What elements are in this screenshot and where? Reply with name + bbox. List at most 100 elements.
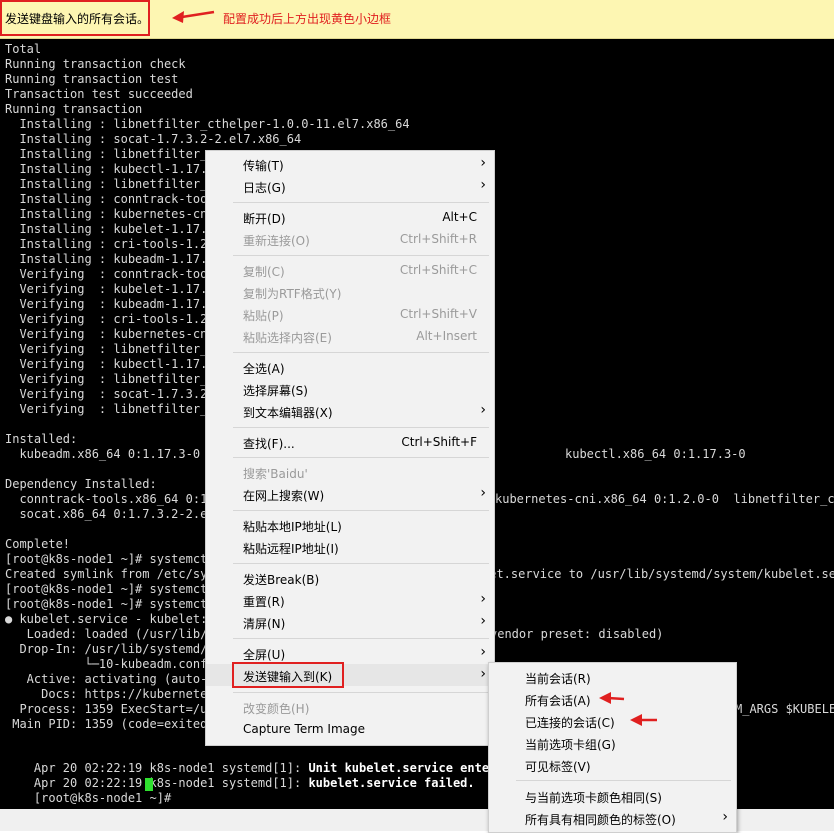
menu-item-label: 当前会话(R)	[525, 672, 591, 686]
terminal-line-fragment: kubernetes-cni.x86_64 0:1.2.0-0 libnetfi…	[495, 492, 834, 506]
red-arrow-icon	[599, 692, 625, 704]
menu-item-label: 粘贴远程IP地址(I)	[243, 542, 339, 556]
chevron-right-icon: ›	[480, 485, 486, 501]
menu-item-label: 重置(R)	[243, 595, 285, 609]
menu-item-shortcut: Ctrl+Shift+R	[399, 232, 477, 246]
menu-item-label: 已连接的会话(C)	[525, 716, 615, 730]
menu-item-label: 清屏(N)	[243, 617, 286, 631]
terminal-line: Verifying : kubernetes-cni	[5, 327, 215, 341]
menu-separator	[233, 692, 489, 693]
menu-item-fullscreen[interactable]: 全屏(U) ›	[206, 642, 494, 664]
context-menu: 传输(T) › 日志(G) › 断开(D) Alt+C 重新连接(O) Ctrl+Shift+…	[205, 150, 495, 746]
menu-item-find[interactable]: 查找(F)... Ctrl+Shift+F	[206, 431, 494, 453]
menu-separator	[233, 255, 489, 256]
menu-separator	[516, 780, 731, 781]
menu-separator	[233, 563, 489, 564]
menu-item-label: 选择屏幕(S)	[243, 384, 308, 398]
terminal-line: Verifying : kubelet-1.17.3	[5, 282, 215, 296]
terminal-line: Running transaction	[5, 102, 143, 116]
menu-item-label: 传输(T)	[243, 159, 284, 173]
terminal-line: Installing : socat-1.7.3.2-2.el7.x86_64	[5, 132, 302, 146]
chevron-right-icon: ›	[480, 644, 486, 660]
terminal-line: Verifying : libnetfilter_c	[5, 372, 215, 386]
menu-separator	[233, 352, 489, 353]
submenu-item-current-tab-group[interactable]: 当前选项卡组(G)	[489, 732, 736, 754]
terminal-line: Verifying : cri-tools-1.20	[5, 312, 215, 326]
menu-item-reset[interactable]: 重置(R) ›	[206, 589, 494, 611]
menu-item-label: 改变颜色(H)	[243, 702, 310, 716]
terminal-line: Installing : libnetfilter_cthelper-1.0.0…	[5, 117, 410, 131]
red-arrow-icon	[172, 10, 215, 23]
submenu-item-connected-sessions[interactable]: 已连接的会话(C)	[489, 710, 736, 732]
menu-separator	[233, 427, 489, 428]
terminal-line: Running transaction check	[5, 57, 186, 71]
menu-item-label: 在网上搜索(W)	[243, 489, 325, 503]
menu-item-label: 所有会话(A)	[525, 694, 591, 708]
menu-separator	[233, 202, 489, 203]
terminal-line: Installing : cri-tools-1.20	[5, 237, 215, 251]
menu-item-paste[interactable]: 粘贴(P) Ctrl+Shift+V	[206, 303, 494, 325]
terminal-line: conntrack-tools.x86_64 0:1	[5, 492, 208, 506]
menu-item-reconnect[interactable]: 重新连接(O) Ctrl+Shift+R	[206, 228, 494, 250]
terminal-line: Complete!	[5, 537, 71, 551]
menu-item-label: 粘贴(P)	[243, 309, 284, 323]
annotation-note: 配置成功后上方出现黄色小边框	[223, 12, 392, 26]
terminal-line-fragment: M_ARGS $KUBELET	[735, 702, 834, 716]
terminal-line: Verifying : libnetfilter_c	[5, 342, 215, 356]
terminal-line: Transaction test succeeded	[5, 87, 193, 101]
menu-item-web-search[interactable]: 在网上搜索(W) ›	[206, 483, 494, 505]
chevron-right-icon: ›	[722, 809, 728, 825]
chevron-right-icon: ›	[480, 402, 486, 418]
menu-item-change-color[interactable]: 改变颜色(H)	[206, 696, 494, 718]
red-arrow-icon	[630, 714, 657, 726]
menu-item-label: 当前选项卡组(G)	[525, 738, 616, 752]
menu-item-label: 可见标签(V)	[525, 760, 591, 774]
menu-item-label: 与当前选项卡颜色相同(S)	[525, 791, 662, 805]
menu-item-paste-remote-ip[interactable]: 粘贴远程IP地址(I)	[206, 536, 494, 558]
menu-item-label: 到文本编辑器(X)	[243, 406, 333, 420]
chevron-right-icon: ›	[480, 613, 486, 629]
menu-item-search-baidu[interactable]: 搜索'Baidu'	[206, 461, 494, 483]
terminal-line: Installing : kubectl-1.17.3	[5, 162, 215, 176]
menu-item-shortcut: Ctrl+Shift+F	[401, 435, 477, 449]
terminal-line: Running transaction test	[5, 72, 179, 86]
terminal-line: Drop-In: /usr/lib/systemd/s	[5, 642, 215, 656]
terminal-line: Installing : libnetfilter_c	[5, 177, 215, 191]
terminal-line: [root@k8s-node1 ~]# systemctl	[5, 582, 215, 596]
menu-item-copy[interactable]: 复制(C) Ctrl+Shift+C	[206, 259, 494, 281]
menu-item-capture-term-image[interactable]: Capture Term Image	[206, 718, 494, 740]
terminal-line: Verifying : socat-1.7.3.2-	[5, 387, 215, 401]
terminal-line: Active: activating (auto-r	[5, 672, 215, 686]
chevron-right-icon: ›	[480, 591, 486, 607]
menu-item-log[interactable]: 日志(G) ›	[206, 175, 494, 197]
terminal-line-fragment: let.service to /usr/lib/systemd/system/k…	[482, 567, 834, 581]
menu-item-label: 查找(F)...	[243, 437, 295, 451]
menu-item-shortcut: Alt+Insert	[416, 329, 477, 343]
terminal-line: Main PID: 1359 (code=exited,	[5, 717, 215, 731]
menu-separator	[233, 510, 489, 511]
terminal-line-fragment: kubectl.x86_64 0:1.17.3-0	[565, 447, 746, 461]
menu-item-send-break[interactable]: 发送Break(B)	[206, 567, 494, 589]
menu-item-paste-local-ip[interactable]: 粘贴本地IP地址(L)	[206, 514, 494, 536]
submenu-item-same-tab-color[interactable]: 与当前选项卡颜色相同(S)	[489, 785, 736, 807]
submenu-item-current-session[interactable]: 当前会话(R)	[489, 666, 736, 688]
menu-item-copy-rtf[interactable]: 复制为RTF格式(Y)	[206, 281, 494, 303]
menu-item-paste-selection[interactable]: 粘贴选择内容(E) Alt+Insert	[206, 325, 494, 347]
menu-item-select-all[interactable]: 全选(A)	[206, 356, 494, 378]
menu-item-clear-screen[interactable]: 清屏(N) ›	[206, 611, 494, 633]
menu-item-transfer[interactable]: 传输(T) ›	[206, 153, 494, 175]
terminal-line: socat.x86_64 0:1.7.3.2-2.el	[5, 507, 215, 521]
menu-separator	[233, 457, 489, 458]
menu-item-to-text-editor[interactable]: 到文本编辑器(X) ›	[206, 400, 494, 422]
terminal-line: Dependency Installed:	[5, 477, 157, 491]
chevron-right-icon: ›	[480, 177, 486, 193]
terminal-line: ● kubelet.service - kubelet:	[5, 612, 208, 626]
chevron-right-icon: ›	[480, 155, 486, 171]
menu-item-select-screen[interactable]: 选择屏幕(S)	[206, 378, 494, 400]
menu-item-label: Capture Term Image	[243, 722, 366, 736]
submenu-item-all-same-color-tabs[interactable]: 所有具有相同颜色的标签(O) ›	[489, 807, 736, 829]
submenu-item-visible-tabs[interactable]: 可见标签(V)	[489, 754, 736, 776]
menu-item-shortcut: Ctrl+Shift+C	[399, 263, 477, 277]
menu-item-disconnect[interactable]: 断开(D) Alt+C	[206, 206, 494, 228]
menu-item-label: 复制(C)	[243, 265, 285, 279]
